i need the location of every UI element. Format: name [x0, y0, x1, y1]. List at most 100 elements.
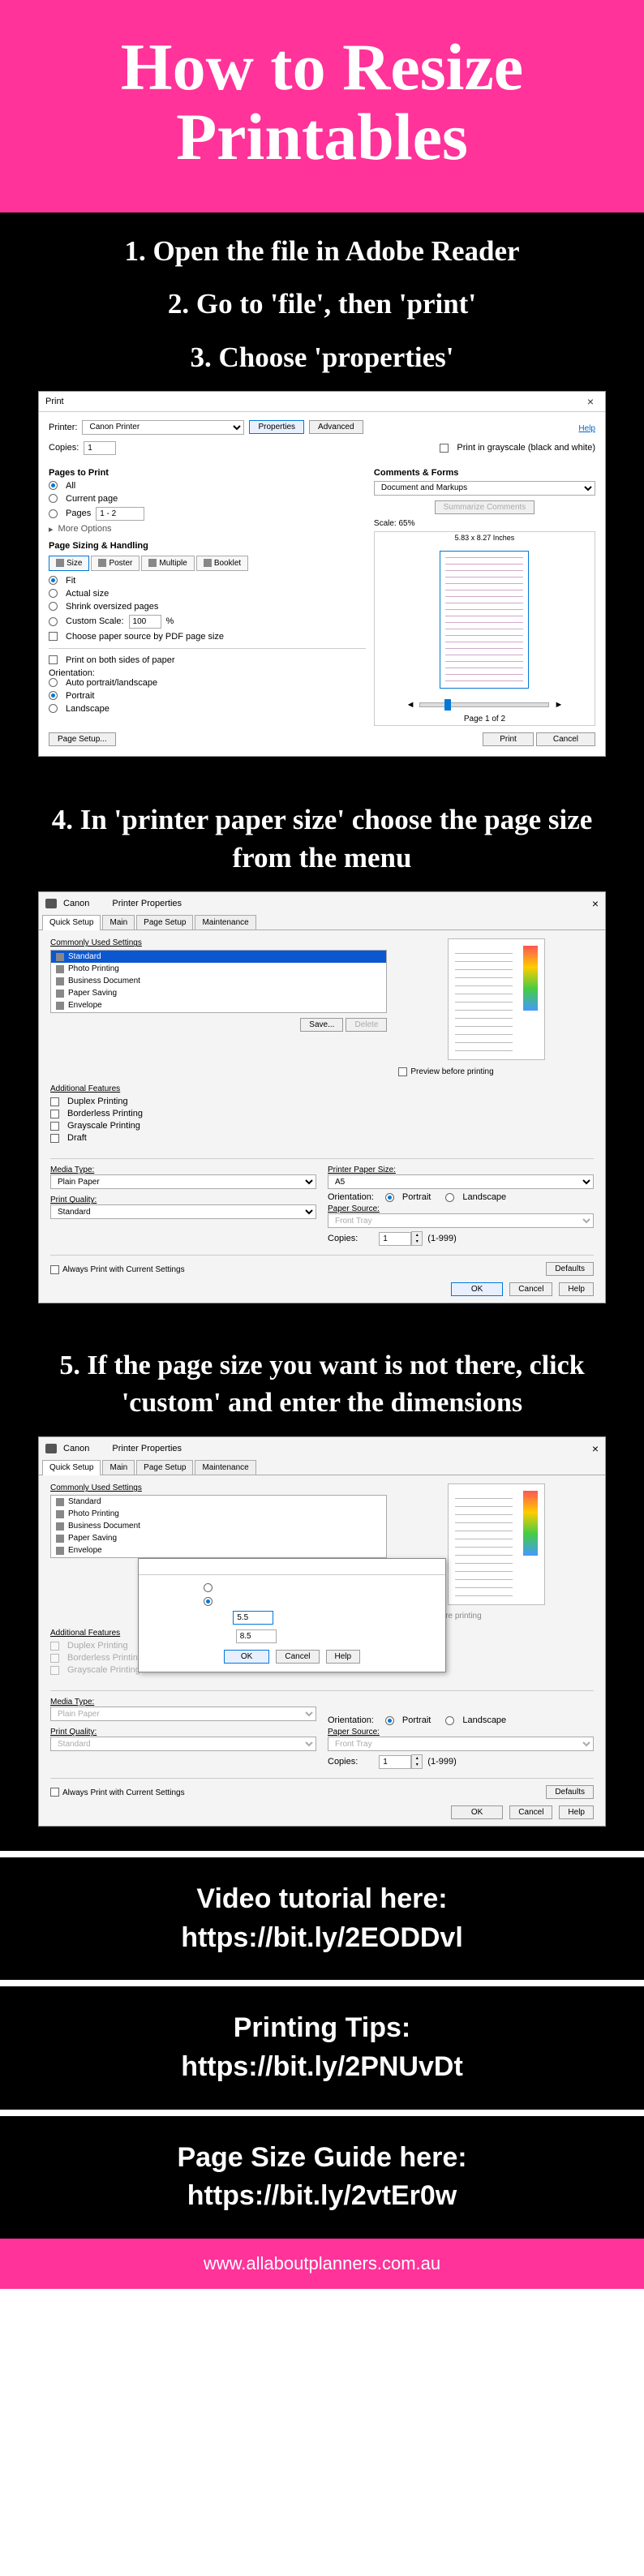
close-icon[interactable]: ×: [592, 897, 599, 910]
help-link[interactable]: Help: [578, 424, 595, 433]
pp-preview: [448, 1483, 545, 1605]
height-label: Height:: [204, 1632, 230, 1641]
prev-page-icon[interactable]: ◄: [406, 700, 415, 710]
summarize-button[interactable]: Summarize Comments: [435, 500, 535, 514]
duplex-checkbox[interactable]: [50, 1097, 59, 1106]
draft-checkbox[interactable]: [50, 1134, 59, 1143]
height-input[interactable]: [236, 1629, 277, 1643]
cancel-button[interactable]: Cancel: [509, 1282, 552, 1296]
page-slider[interactable]: [419, 702, 549, 707]
list-item: Envelope: [51, 999, 386, 1011]
defaults-button[interactable]: Defaults: [546, 1262, 594, 1276]
fit-radio[interactable]: [49, 576, 58, 585]
actual-radio[interactable]: [49, 589, 58, 598]
grayscale-checkbox[interactable]: [440, 444, 449, 453]
instruction-4: 4. In 'printer paper size' choose the pa…: [24, 801, 620, 878]
tab-page-setup[interactable]: Page Setup: [136, 1460, 193, 1475]
landscape-radio[interactable]: [49, 704, 58, 713]
close-icon[interactable]: ×: [592, 1442, 599, 1455]
printer-select[interactable]: Canon Printer: [82, 420, 244, 435]
list-item: Business Document: [51, 1520, 386, 1532]
save-button[interactable]: Save...: [300, 1018, 343, 1032]
settings-list[interactable]: Standard Photo Printing Business Documen…: [50, 1495, 387, 1558]
spinner-down-icon[interactable]: ▾: [412, 1239, 422, 1245]
custom-scale-radio[interactable]: [49, 617, 58, 626]
tab-main[interactable]: Main: [102, 1460, 135, 1475]
tab-maintenance[interactable]: Maintenance: [195, 1460, 255, 1475]
envelope-icon: [56, 1002, 64, 1010]
custom-title: Custom Paper Size: [145, 1562, 215, 1571]
media-type-select[interactable]: Plain Paper: [50, 1707, 316, 1721]
delete-button[interactable]: Delete: [346, 1018, 387, 1032]
close-icon[interactable]: ×: [582, 395, 599, 408]
copies-input[interactable]: [84, 441, 116, 455]
auto-orient-radio[interactable]: [49, 678, 58, 687]
photo-icon: [56, 965, 64, 973]
paper-size-select[interactable]: A5: [328, 1174, 594, 1189]
all-radio[interactable]: [49, 481, 58, 490]
width-input[interactable]: [233, 1611, 273, 1625]
cancel-button[interactable]: Cancel: [509, 1805, 552, 1819]
custom-ok-button[interactable]: OK: [224, 1650, 269, 1664]
custom-cancel-button[interactable]: Cancel: [276, 1650, 319, 1664]
help-button[interactable]: Help: [559, 1282, 594, 1296]
custom-scale-label: Custom Scale:: [66, 616, 124, 626]
shrink-radio[interactable]: [49, 602, 58, 611]
booklet-tab[interactable]: Booklet: [196, 556, 248, 571]
inch-radio[interactable]: [204, 1597, 213, 1606]
media-type-select[interactable]: Plain Paper: [50, 1174, 316, 1189]
pp-portrait-radio[interactable]: [385, 1193, 394, 1202]
poster-tab[interactable]: Poster: [91, 556, 140, 571]
mm-radio[interactable]: [204, 1583, 213, 1592]
pages-radio[interactable]: [49, 509, 58, 518]
height-range: inches (5.00-14.00): [283, 1632, 353, 1641]
defaults-button[interactable]: Defaults: [546, 1785, 594, 1799]
borderless-checkbox[interactable]: [50, 1110, 59, 1118]
site-url[interactable]: www.allaboutplanners.com.au: [204, 2253, 440, 2273]
page-indicator: Page 1 of 2: [375, 713, 595, 725]
print-button[interactable]: Print: [483, 732, 534, 746]
tab-quick-setup[interactable]: Quick Setup: [42, 1460, 101, 1475]
always-checkbox[interactable]: [50, 1265, 59, 1274]
instruction-5: 5. If the page size you want is not ther…: [24, 1347, 620, 1422]
close-icon[interactable]: ×: [434, 1562, 439, 1571]
pp-copies-input[interactable]: [379, 1232, 411, 1246]
orient-label: Orientation:: [328, 1192, 374, 1202]
advanced-button[interactable]: Advanced: [309, 420, 363, 434]
pp-landscape-radio[interactable]: [445, 1193, 454, 1202]
tips-url[interactable]: https://bit.ly/2PNUvDt: [16, 2048, 628, 2087]
tab-main[interactable]: Main: [102, 915, 135, 930]
paper-source-select[interactable]: Front Tray: [328, 1213, 594, 1228]
help-button[interactable]: Help: [559, 1805, 594, 1819]
grayscale-checkbox[interactable]: [50, 1122, 59, 1131]
size-url[interactable]: https://bit.ly/2vtEr0w: [16, 2177, 628, 2216]
more-options-toggle[interactable]: More Options: [58, 524, 112, 534]
ok-button[interactable]: OK: [451, 1805, 503, 1819]
ok-button[interactable]: OK: [451, 1282, 503, 1296]
tab-quick-setup[interactable]: Quick Setup: [42, 915, 101, 930]
portrait-radio[interactable]: [49, 691, 58, 700]
settings-list[interactable]: Standard Photo Printing Business Documen…: [50, 950, 387, 1013]
tab-maintenance[interactable]: Maintenance: [195, 915, 255, 930]
both-sides-checkbox[interactable]: [49, 655, 58, 664]
pages-input[interactable]: [96, 507, 144, 521]
print-quality-select[interactable]: Standard: [50, 1204, 316, 1219]
cancel-button[interactable]: Cancel: [536, 732, 595, 746]
custom-scale-input[interactable]: [129, 615, 161, 629]
multiple-tab[interactable]: Multiple: [141, 556, 194, 571]
current-radio[interactable]: [49, 494, 58, 503]
comments-select[interactable]: Document and Markups: [374, 481, 595, 496]
page-setup-button[interactable]: Page Setup...: [49, 732, 116, 746]
print-quality-select[interactable]: Standard: [50, 1737, 316, 1751]
tab-page-setup[interactable]: Page Setup: [136, 915, 193, 930]
custom-help-button[interactable]: Help: [326, 1650, 361, 1664]
size-tab[interactable]: Size: [49, 556, 89, 571]
properties-button[interactable]: Properties: [249, 420, 304, 434]
spinner-up-icon[interactable]: ▴: [412, 1232, 422, 1239]
preview-before-checkbox[interactable]: [398, 1067, 407, 1076]
video-url[interactable]: https://bit.ly/2EODDvl: [16, 1919, 628, 1958]
preview-before-label: Preview before printing: [410, 1067, 493, 1076]
choose-pdf-checkbox[interactable]: [49, 632, 58, 641]
instruction-3: 3. Choose 'properties': [24, 338, 620, 376]
next-page-icon[interactable]: ►: [554, 700, 563, 710]
